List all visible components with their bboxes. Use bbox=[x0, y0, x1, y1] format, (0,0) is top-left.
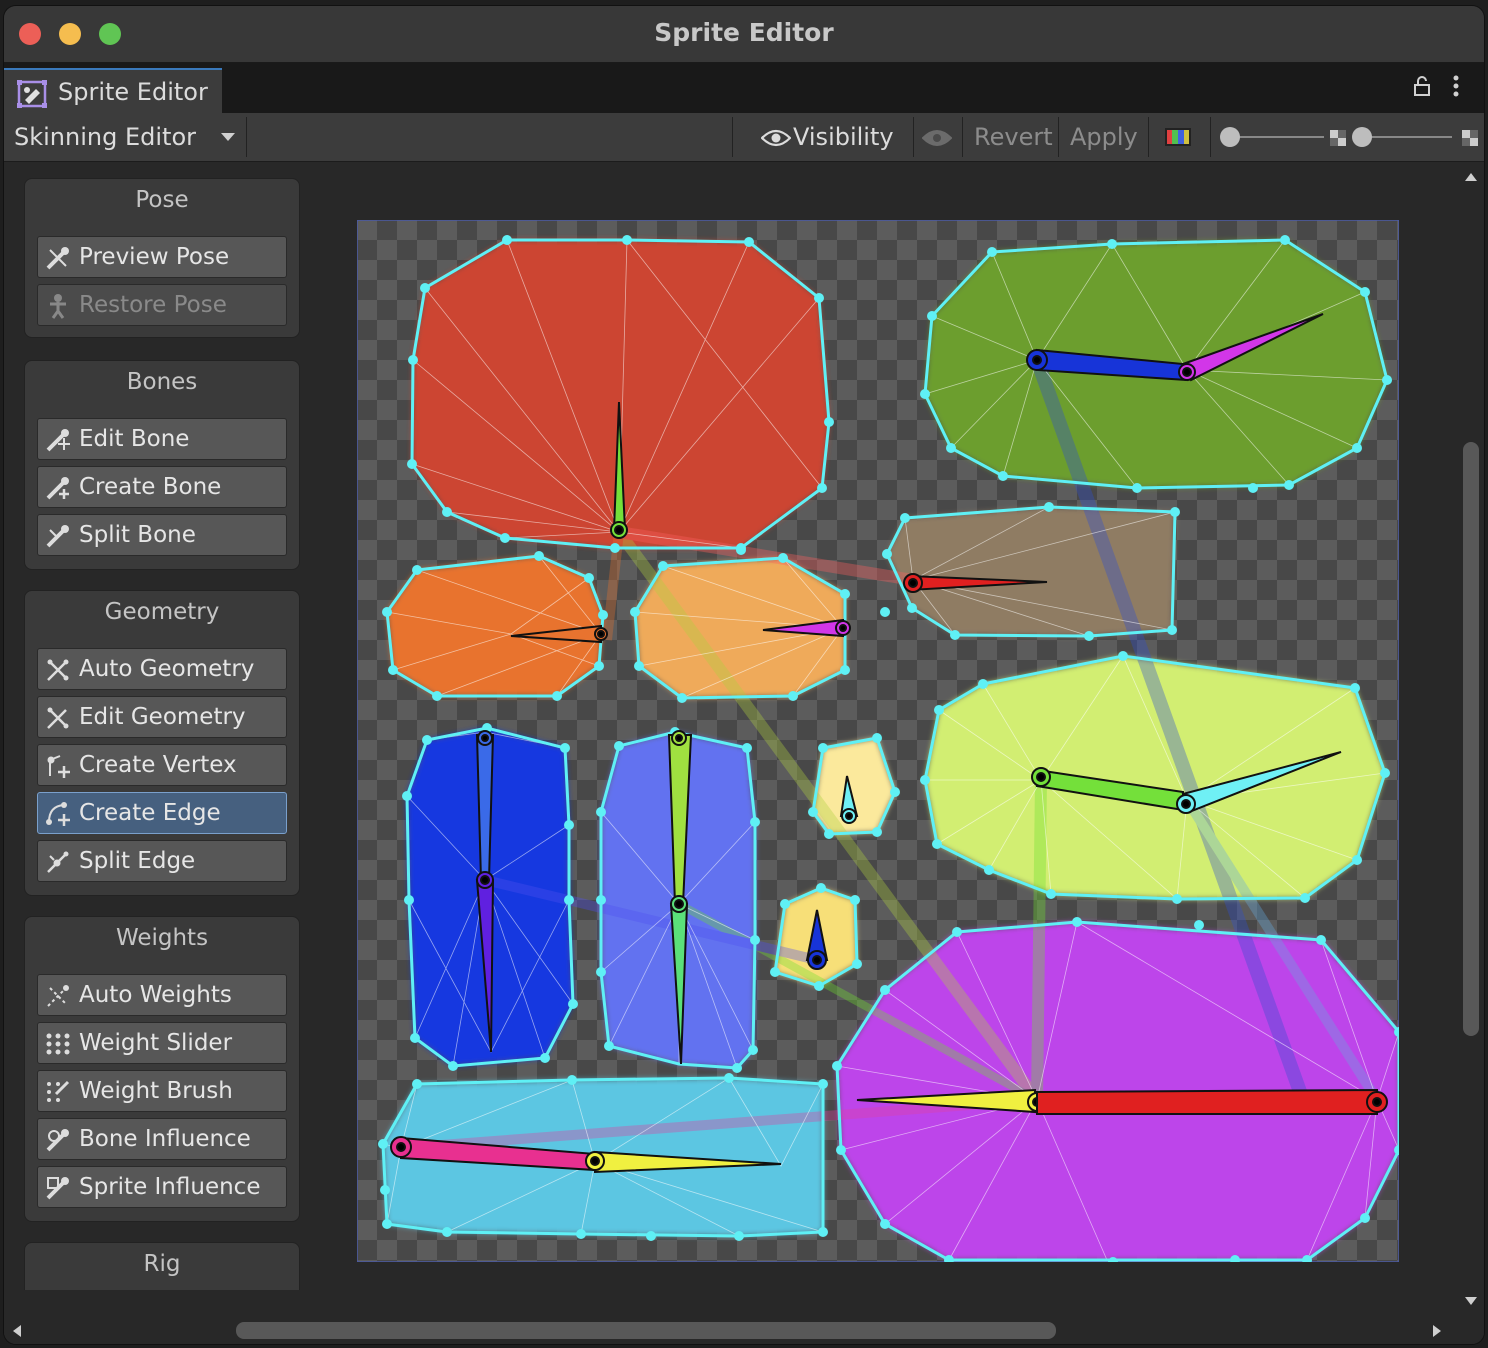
split-bone-icon bbox=[46, 525, 69, 548]
bone-influence-icon bbox=[46, 1129, 69, 1152]
create-vertex-button[interactable]: Create Vertex bbox=[37, 744, 287, 786]
vertical-scroll-thumb[interactable] bbox=[1463, 442, 1479, 1036]
mode-dropdown[interactable]: Skinning Editor bbox=[4, 113, 246, 161]
sprite-editor-icon bbox=[17, 80, 47, 108]
create-bone-icon bbox=[46, 477, 69, 500]
edit-geometry-icon bbox=[47, 707, 69, 729]
auto-weights-icon bbox=[47, 985, 69, 1007]
mode-dropdown-label: Skinning Editor bbox=[14, 123, 196, 151]
restore-pose-button[interactable]: Restore Pose bbox=[37, 284, 287, 326]
weight-brush-button[interactable]: Weight Brush bbox=[37, 1070, 287, 1112]
visibility-button[interactable]: Visibility bbox=[733, 113, 913, 161]
tab-sprite-editor[interactable]: Sprite Editor bbox=[4, 68, 222, 113]
bone-influence-button[interactable]: Bone Influence bbox=[37, 1118, 287, 1160]
sprite-influence-button[interactable]: Sprite Influence bbox=[37, 1166, 287, 1208]
weights-panel: Weights Auto Weights Weight Slider Weigh… bbox=[24, 916, 300, 1222]
panel-title: Bones bbox=[126, 369, 198, 395]
pose-panel: Pose Preview Pose Restore Pose bbox=[24, 178, 300, 338]
revert-button[interactable]: Revert bbox=[974, 123, 1053, 151]
panel-title: Geometry bbox=[104, 599, 220, 625]
tab-bar: Sprite Editor bbox=[4, 63, 1484, 113]
vertical-scrollbar[interactable] bbox=[1458, 162, 1484, 1317]
split-edge-icon bbox=[47, 851, 69, 873]
create-edge-button[interactable]: Create Edge bbox=[37, 792, 287, 834]
weight-slider-button[interactable]: Weight Slider bbox=[37, 1022, 287, 1064]
eye-icon bbox=[761, 129, 791, 147]
preview-pose-button[interactable]: Preview Pose bbox=[37, 236, 287, 278]
apply-button[interactable]: Apply bbox=[1070, 123, 1138, 151]
create-edge-icon bbox=[46, 802, 70, 826]
kebab-menu-icon[interactable] bbox=[1452, 75, 1460, 97]
panel-title: Pose bbox=[135, 187, 189, 213]
sprite-editor-window: Sprite Editor Sprite Editor Skinning Edi… bbox=[4, 6, 1484, 1344]
chevron-down-icon bbox=[221, 133, 235, 141]
mesh-opacity-slider[interactable] bbox=[1352, 125, 1456, 149]
person-icon bbox=[50, 294, 66, 319]
auto-weights-button[interactable]: Auto Weights bbox=[37, 974, 287, 1016]
auto-geometry-icon bbox=[47, 659, 69, 681]
lock-icon[interactable] bbox=[1412, 75, 1432, 97]
edit-geometry-button[interactable]: Edit Geometry bbox=[37, 696, 287, 738]
eye-icon[interactable] bbox=[922, 128, 952, 148]
chevron-up-icon[interactable] bbox=[1464, 172, 1478, 182]
create-bone-button[interactable]: Create Bone bbox=[37, 466, 287, 508]
window-title: Sprite Editor bbox=[654, 18, 834, 47]
title-bar: Sprite Editor bbox=[4, 6, 1484, 63]
color-toggle-icon[interactable] bbox=[1165, 128, 1191, 146]
editor-content: Pose Preview Pose Restore Pose Bones Edi… bbox=[4, 162, 1484, 1344]
sprite-canvas[interactable] bbox=[357, 220, 1399, 1262]
chevron-left-icon[interactable] bbox=[12, 1324, 22, 1338]
chevron-right-icon[interactable] bbox=[1432, 1324, 1442, 1338]
visibility-label: Visibility bbox=[793, 123, 894, 151]
tab-label: Sprite Editor bbox=[58, 78, 208, 106]
bone-tool-icon bbox=[46, 247, 69, 270]
checker-icon bbox=[1462, 130, 1478, 146]
auto-geometry-button[interactable]: Auto Geometry bbox=[37, 648, 287, 690]
edit-bone-button[interactable]: Edit Bone bbox=[37, 418, 287, 460]
chevron-down-icon[interactable] bbox=[1464, 1296, 1478, 1306]
horizontal-scroll-thumb[interactable] bbox=[236, 1322, 1056, 1339]
panel-title: Weights bbox=[115, 925, 209, 951]
split-edge-button[interactable]: Split Edge bbox=[37, 840, 287, 882]
bones-panel: Bones Edit Bone Create Bone Split Bone bbox=[24, 360, 300, 570]
sprite-influence-icon bbox=[46, 1177, 69, 1200]
panel-title: Rig bbox=[143, 1251, 181, 1277]
geometry-panel: Geometry Auto Geometry Edit Geometry Cre… bbox=[24, 590, 300, 896]
weight-brush-icon bbox=[47, 1080, 70, 1102]
editor-toolbar: Skinning Editor Visibility Revert Apply bbox=[4, 113, 1484, 162]
edit-bone-icon bbox=[46, 429, 70, 452]
checker-icon bbox=[1330, 130, 1346, 146]
create-vertex-icon bbox=[47, 755, 70, 778]
split-bone-button[interactable]: Split Bone bbox=[37, 514, 287, 556]
weight-slider-icon bbox=[46, 1033, 70, 1055]
horizontal-scrollbar[interactable] bbox=[4, 1317, 1484, 1344]
